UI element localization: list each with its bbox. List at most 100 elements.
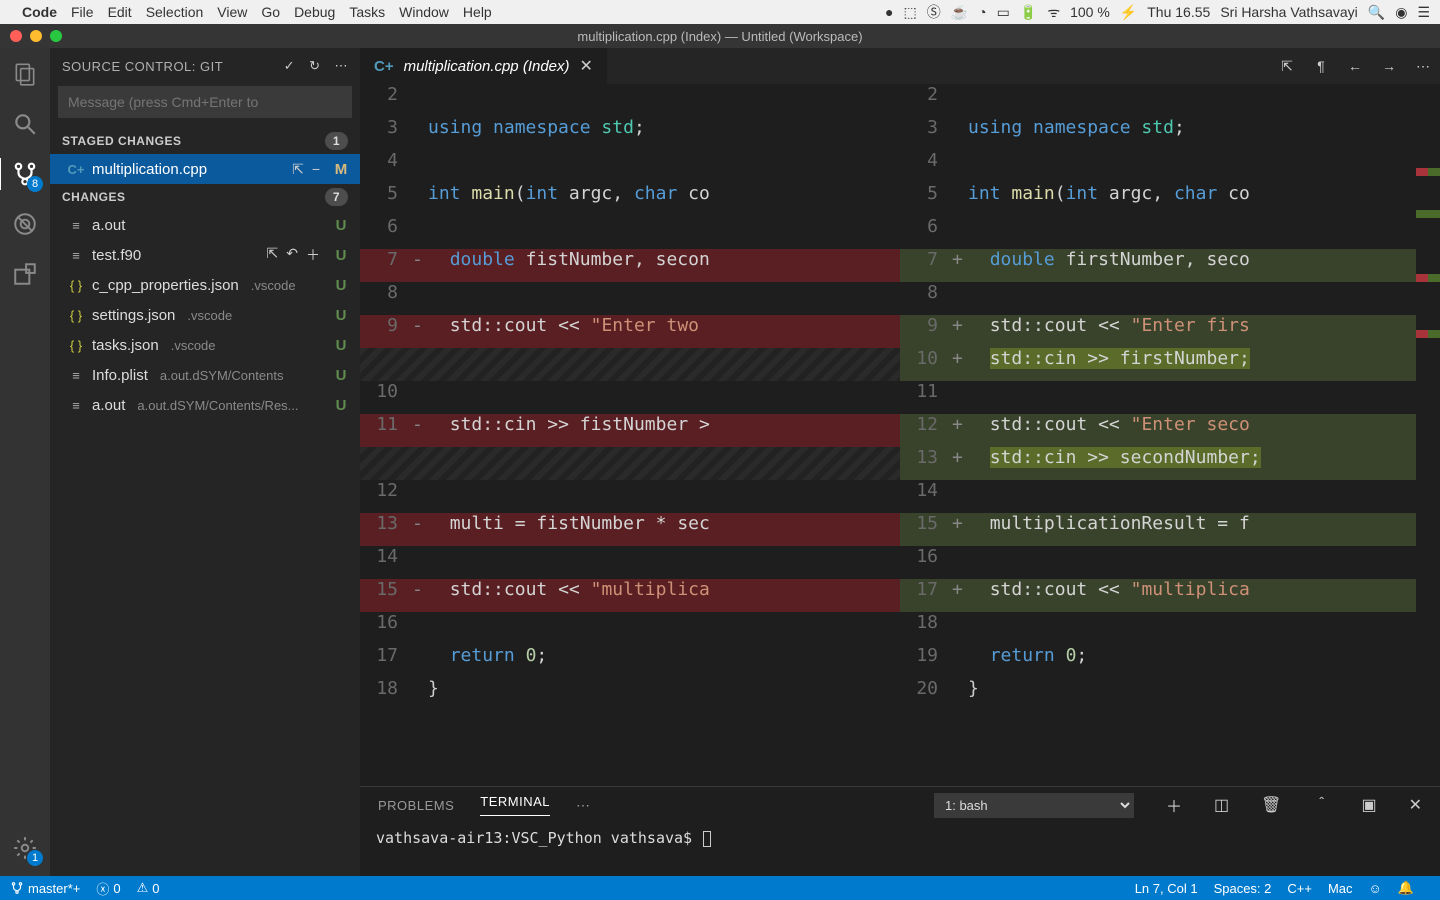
skype-icon[interactable]: Ⓢ (927, 2, 941, 22)
change-file-row[interactable]: ≡a.outa.out.dSYM/Contents/Res...U (50, 390, 360, 420)
menu-window[interactable]: Window (399, 4, 449, 20)
overview-ruler[interactable] (1416, 84, 1440, 786)
code-line[interactable]: 11- std::cin >> fistNumber > (360, 414, 900, 447)
menu-selection[interactable]: Selection (146, 4, 204, 20)
open-file-action-icon[interactable]: ⇱ (1270, 48, 1304, 84)
change-file-row[interactable]: ≡Info.plista.out.dSYM/ContentsU (50, 360, 360, 390)
code-line[interactable]: 16 (360, 612, 900, 645)
change-file-row[interactable]: ≡a.outU (50, 210, 360, 240)
status-eol[interactable]: Mac (1328, 881, 1353, 896)
tray-icon[interactable]: ● (885, 4, 893, 20)
new-terminal-icon[interactable]: ＋ (1166, 793, 1182, 817)
menu-tasks[interactable]: Tasks (349, 4, 385, 20)
diff-original-pane[interactable]: 23using namespace std;45int main(int arg… (360, 84, 900, 786)
commit-icon[interactable]: ✓ (284, 58, 295, 74)
battery-text[interactable]: 🔋 (1020, 4, 1037, 21)
code-line[interactable]: 15- std::cout << "multiplica (360, 579, 900, 612)
code-line[interactable]: 7- double fistNumber, secon (360, 249, 900, 282)
code-line[interactable]: 3using namespace std; (900, 117, 1440, 150)
terminal-select[interactable]: 1: bash (934, 793, 1134, 818)
status-lang[interactable]: C++ (1287, 881, 1312, 896)
code-line[interactable]: 13- multi = fistNumber * sec (360, 513, 900, 546)
diff-modified-pane[interactable]: 23using namespace std;45int main(int arg… (900, 84, 1440, 786)
code-line[interactable]: 13+ std::cin >> secondNumber; (900, 447, 1440, 480)
unstage-icon[interactable]: − (312, 161, 320, 178)
commit-message-input[interactable] (58, 86, 352, 118)
status-icon[interactable]: ◔ (978, 4, 986, 20)
spotlight-icon[interactable]: 🔍 (1368, 4, 1385, 21)
code-line[interactable]: 12+ std::cout << "Enter seco (900, 414, 1440, 447)
code-line[interactable]: 4 (900, 150, 1440, 183)
change-file-row[interactable]: { }settings.json.vscodeU (50, 300, 360, 330)
whitespace-icon[interactable]: ¶ (1304, 48, 1338, 84)
source-control-icon[interactable]: 8 (11, 160, 39, 188)
next-change-icon[interactable]: → (1372, 48, 1406, 84)
status-lncol[interactable]: Ln 7, Col 1 (1135, 881, 1198, 896)
code-line[interactable]: 8 (900, 282, 1440, 315)
code-line[interactable]: 14 (360, 546, 900, 579)
open-file-icon[interactable]: ⇱ (267, 245, 279, 265)
code-line[interactable]: 2 (900, 84, 1440, 117)
code-line[interactable] (360, 447, 900, 480)
code-line[interactable]: 7+ double firstNumber, seco (900, 249, 1440, 282)
kill-terminal-icon[interactable]: 🗑 (1261, 795, 1281, 815)
code-line[interactable]: 5int main(int argc, char co (360, 183, 900, 216)
more-icon[interactable]: ⋯ (335, 58, 349, 74)
changes-header[interactable]: CHANGES 7 (50, 184, 360, 210)
prev-change-icon[interactable]: ← (1338, 48, 1372, 84)
close-tab-icon[interactable]: ✕ (580, 56, 593, 76)
terminal-content[interactable]: vathsava-air13:VSC_Python vathsava$ (360, 823, 1440, 853)
status-warnings[interactable]: ⚠ 0 (137, 880, 160, 896)
code-line[interactable]: 2 (360, 84, 900, 117)
discard-icon[interactable]: ↶ (286, 245, 298, 265)
code-line[interactable] (360, 348, 900, 381)
code-line[interactable]: 9- std::cout << "Enter two (360, 315, 900, 348)
code-line[interactable]: 16 (900, 546, 1440, 579)
code-line[interactable]: 14 (900, 480, 1440, 513)
status-feedback-icon[interactable]: ☺ (1369, 881, 1382, 896)
open-file-icon[interactable]: ⇱ (292, 161, 304, 178)
code-line[interactable]: 6 (900, 216, 1440, 249)
coffee-icon[interactable]: ☕ (951, 4, 968, 21)
change-file-row[interactable]: { }c_cpp_properties.json.vscodeU (50, 270, 360, 300)
notification-center-icon[interactable]: ☰ (1417, 4, 1430, 21)
staged-changes-header[interactable]: STAGED CHANGES 1 (50, 128, 360, 154)
editor-tab[interactable]: C+ multiplication.cpp (Index) ✕ (360, 48, 608, 84)
scroll-up-icon[interactable]: ＾ (1313, 793, 1329, 817)
code-line[interactable]: 5int main(int argc, char co (900, 183, 1440, 216)
menu-file[interactable]: File (71, 4, 94, 20)
close-window-button[interactable] (10, 30, 22, 42)
siri-icon[interactable]: ◉ (1395, 4, 1407, 21)
wifi-icon[interactable]: ᯤ (1047, 3, 1060, 22)
status-branch[interactable]: master*+ (10, 881, 80, 896)
diff-editor[interactable]: 23using namespace std;45int main(int arg… (360, 84, 1440, 786)
change-file-row[interactable]: { }tasks.json.vscodeU (50, 330, 360, 360)
menu-help[interactable]: Help (463, 4, 492, 20)
status-bell-icon[interactable]: 🔔 (1398, 880, 1414, 896)
staged-file-row[interactable]: C+ multiplication.cpp ⇱ − M (50, 154, 360, 184)
panel-tab-terminal[interactable]: TERMINAL (480, 794, 550, 816)
code-line[interactable]: 20} (900, 678, 1440, 711)
username[interactable]: Sri Harsha Vathsavayi (1220, 4, 1357, 20)
menu-go[interactable]: Go (261, 4, 280, 20)
code-line[interactable]: 9+ std::cout << "Enter firs (900, 315, 1440, 348)
fullscreen-window-button[interactable] (50, 30, 62, 42)
code-line[interactable]: 3using namespace std; (360, 117, 900, 150)
code-line[interactable]: 12 (360, 480, 900, 513)
code-line[interactable]: 15+ multiplicationResult = f (900, 513, 1440, 546)
split-terminal-icon[interactable]: ◫ (1214, 795, 1229, 815)
code-line[interactable]: 10+ std::cin >> firstNumber; (900, 348, 1440, 381)
status-spaces[interactable]: Spaces: 2 (1214, 881, 1272, 896)
search-icon[interactable] (11, 110, 39, 138)
panel-tab-problems[interactable]: PROBLEMS (378, 798, 454, 813)
refresh-icon[interactable]: ↻ (309, 58, 320, 74)
maximize-panel-icon[interactable]: ▣ (1361, 795, 1376, 815)
explorer-icon[interactable] (11, 60, 39, 88)
status-errors[interactable]: ⓧ 0 (96, 879, 120, 898)
menu-edit[interactable]: Edit (108, 4, 132, 20)
clock[interactable]: Thu 16.55 (1147, 4, 1210, 20)
change-file-row[interactable]: ≡test.f90⇱↶＋U (50, 240, 360, 270)
code-line[interactable]: 8 (360, 282, 900, 315)
code-line[interactable]: 18 (900, 612, 1440, 645)
menu-debug[interactable]: Debug (294, 4, 335, 20)
